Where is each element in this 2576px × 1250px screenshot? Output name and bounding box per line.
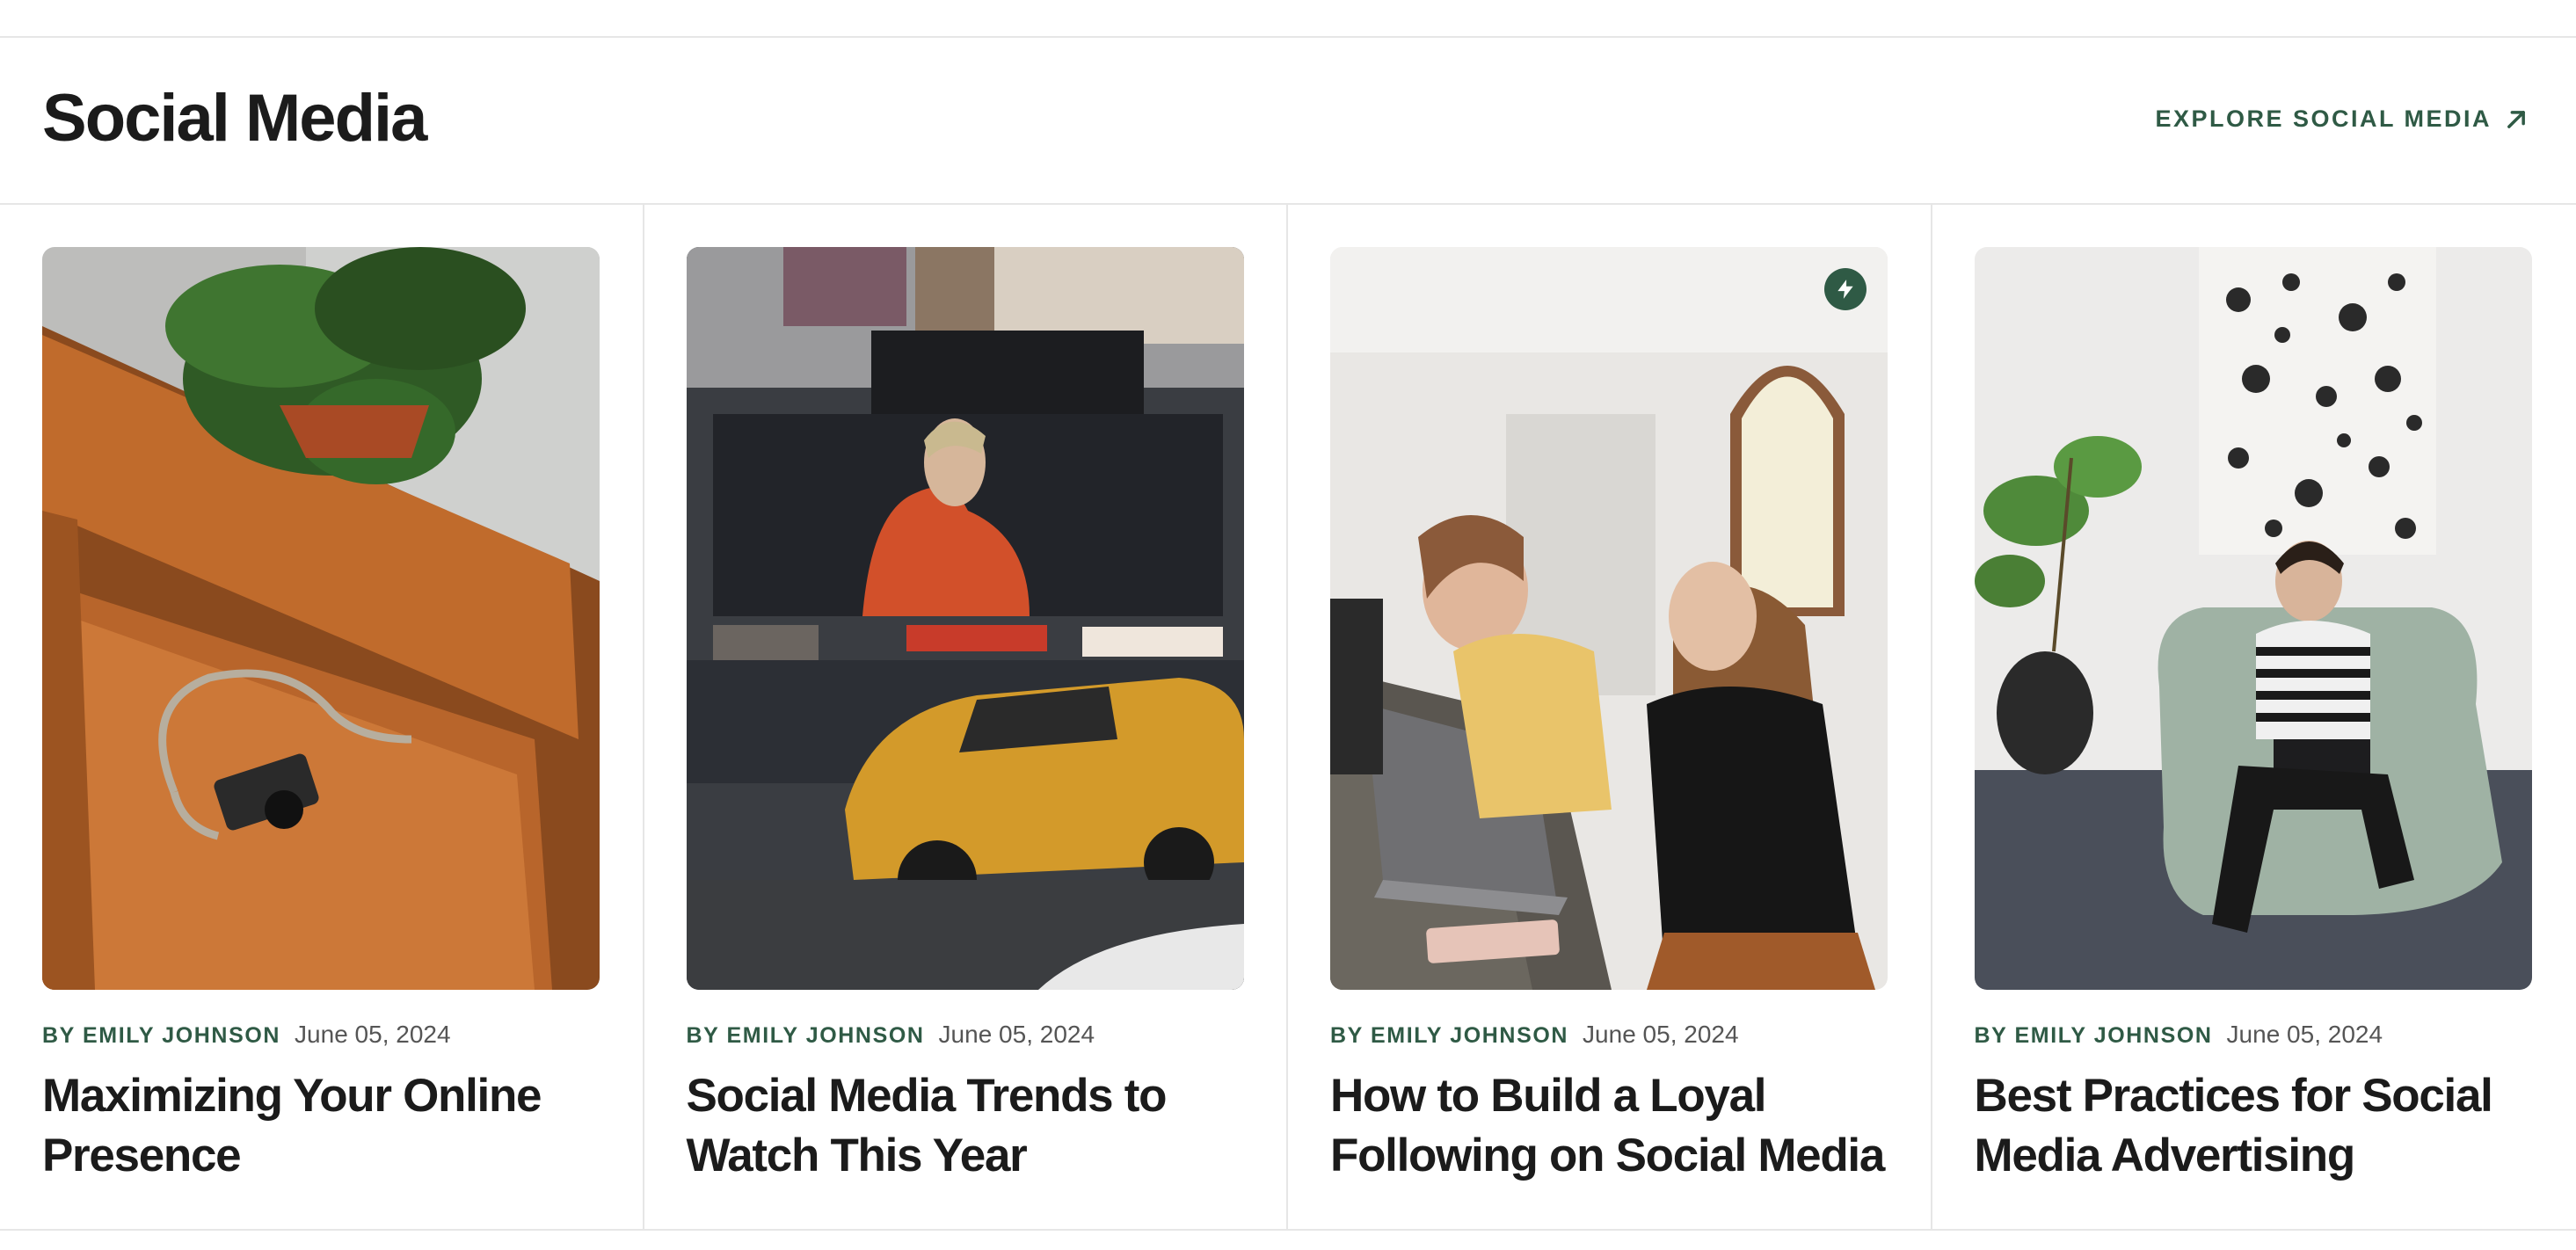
times-square-billboard-taxi-photo [686,247,1244,990]
article-date: June 05, 2024 [938,1021,1095,1048]
article-author[interactable]: BY EMILY JOHNSON [1330,1023,1568,1049]
article-thumbnail[interactable] [1974,247,2532,990]
arrow-up-right-icon [2507,110,2525,128]
article-author[interactable]: BY EMILY JOHNSON [42,1023,280,1049]
article-thumbnail[interactable] [1330,247,1888,990]
article-card[interactable]: BY EMILY JOHNSON June 05, 2024 Best Prac… [1932,205,2576,1229]
lightning-bolt-icon [1837,280,1853,299]
article-title[interactable]: Best Practices for Social Media Advertis… [1975,1066,2537,1186]
article-thumbnail[interactable] [686,247,1244,990]
leather-armchair-camera-plant-photo [42,247,600,990]
article-card[interactable]: BY EMILY JOHNSON June 05, 2024 How to Bu… [1288,205,1932,1229]
article-meta: BY EMILY JOHNSON June 05, 2024 [1330,1021,1739,1049]
article-thumbnail[interactable] [42,247,600,990]
man-laptop-beanbag-photo [1974,247,2532,990]
article-title[interactable]: Social Media Trends to Watch This Year [687,1066,1249,1186]
article-meta: BY EMILY JOHNSON June 05, 2024 [42,1021,451,1049]
article-meta: BY EMILY JOHNSON June 05, 2024 [1975,1021,2383,1049]
article-title[interactable]: Maximizing Your Online Presence [42,1066,605,1186]
article-date: June 05, 2024 [2226,1021,2383,1048]
article-meta: BY EMILY JOHNSON June 05, 2024 [687,1021,1095,1049]
article-date: June 05, 2024 [295,1021,451,1048]
article-card[interactable]: BY EMILY JOHNSON June 05, 2024 Maximizin… [0,205,644,1229]
two-women-laptop-office-photo [1330,247,1888,990]
article-title[interactable]: How to Build a Loyal Following on Social… [1330,1066,1893,1186]
featured-badge [1824,268,1867,310]
article-card[interactable]: BY EMILY JOHNSON June 05, 2024 Social Me… [644,205,1288,1229]
explore-link-label: EXPLORE SOCIAL MEDIA [2155,105,2492,132]
section-header: Social Media EXPLORE SOCIAL MEDIA [0,38,2576,205]
article-date: June 05, 2024 [1583,1021,1739,1048]
article-author[interactable]: BY EMILY JOHNSON [687,1023,925,1049]
explore-social-media-link[interactable]: EXPLORE SOCIAL MEDIA [2155,105,2529,133]
bottom-divider [0,1229,2576,1231]
article-grid: BY EMILY JOHNSON June 05, 2024 Maximizin… [0,205,2576,1229]
article-author[interactable]: BY EMILY JOHNSON [1975,1023,2213,1049]
section-title: Social Media [42,81,427,156]
